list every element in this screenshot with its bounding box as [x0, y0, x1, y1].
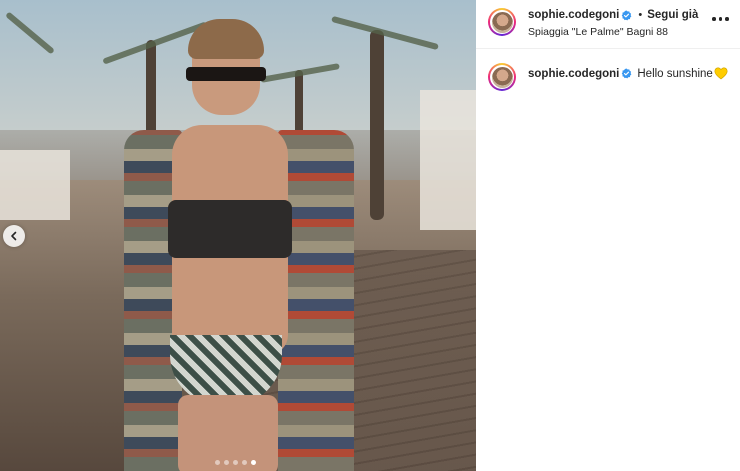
follow-button[interactable]: Segui già [647, 9, 698, 21]
person-bikini-top [168, 200, 292, 258]
person-hair [188, 19, 264, 59]
verified-badge-icon [622, 10, 632, 20]
chevron-left-icon [11, 231, 17, 241]
header-username[interactable]: sophie.codegoni [528, 9, 619, 21]
post-media[interactable] [0, 0, 476, 471]
avatar[interactable] [488, 63, 516, 91]
header-user-row: sophie.codegoni • Segui già [528, 9, 698, 21]
media-person [120, 15, 380, 471]
caption-text-row: sophie.codegoni Hello sunshine [528, 67, 728, 80]
post-header: sophie.codegoni • Segui già Spiaggia "Le… [476, 0, 740, 49]
caption-username[interactable]: sophie.codegoni [528, 68, 619, 80]
carousel-dot [215, 460, 220, 465]
header-separator: • [638, 9, 643, 21]
carousel-dot-active [251, 460, 256, 465]
post-side-panel: sophie.codegoni • Segui già Spiaggia "Le… [476, 0, 740, 471]
media-cabana [0, 150, 70, 220]
carousel-dot [233, 460, 238, 465]
avatar[interactable] [488, 8, 516, 36]
person-kimono-right [278, 130, 354, 471]
verified-badge-icon [622, 68, 632, 79]
carousel-dot [242, 460, 247, 465]
media-cabana [420, 90, 476, 230]
caption-text: Hello sunshine [637, 67, 713, 80]
carousel-dot [224, 460, 229, 465]
carousel-prev-button[interactable] [3, 225, 25, 247]
yellow-heart-icon [714, 67, 728, 80]
carousel-indicator [215, 460, 256, 465]
more-options-icon[interactable] [712, 14, 730, 24]
post-location[interactable]: Spiaggia "Le Palme" Bagni 88 [528, 26, 668, 38]
person-sunglasses [186, 67, 266, 81]
